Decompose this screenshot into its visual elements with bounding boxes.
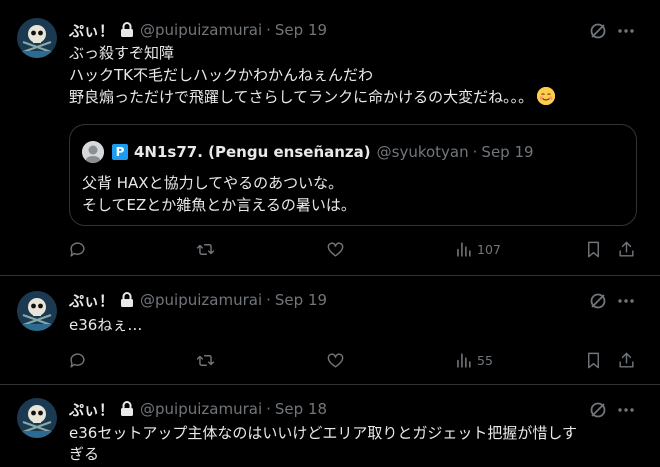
like-button[interactable] (326, 348, 345, 372)
bookmark-button[interactable] (584, 237, 603, 261)
views-icon (457, 352, 471, 368)
grok-icon[interactable] (588, 400, 608, 420)
tweet-line: ぎる (69, 445, 100, 463)
retweet-icon (196, 243, 215, 255)
share-icon (619, 241, 634, 257)
views-count: 107 (477, 241, 501, 257)
skull-avatar-icon (17, 398, 57, 438)
tweet-header: ぷぃ！ @puipuizamurai · Sep 19 (69, 20, 327, 40)
grok-icon[interactable] (588, 21, 608, 41)
tweet-header: ぷぃ！ @puipuizamurai · Sep 19 (69, 290, 327, 310)
tweet-date[interactable]: Sep 18 (275, 400, 327, 418)
tweet-1[interactable]: ぷぃ！ @puipuizamurai · Sep 19 ぶっ殺すぞ知障 ハックT… (0, 0, 660, 275)
more-icon[interactable] (616, 291, 636, 311)
skull-avatar-icon (17, 291, 57, 331)
quote-text: 父背 HAXと協力してやるのあついな。 そしてEZとか雑魚とか言えるの暑いは。 (82, 172, 356, 216)
tweet-line: e36ねぇ… (69, 316, 143, 334)
separator-dot: · (266, 400, 271, 418)
separator-dot: · (472, 143, 478, 161)
tweet-2[interactable]: ぷぃ！ @puipuizamurai · Sep 19 e36ねぇ… 55 (0, 276, 660, 384)
quote-header: P 4N1s77. (Pengu enseñanza) @syukotyan ·… (112, 141, 534, 163)
separator-dot: · (266, 21, 271, 39)
tweet-line: ハックTK不毛だしハックかわかんねぇんだわ (69, 66, 374, 84)
like-button[interactable] (326, 237, 345, 261)
retweet-button[interactable] (196, 348, 215, 372)
lock-icon (120, 401, 134, 417)
tweet-date[interactable]: Sep 19 (275, 291, 327, 309)
bookmark-button[interactable] (584, 348, 603, 372)
share-icon (619, 352, 634, 368)
reply-icon (70, 352, 85, 368)
quote-avatar[interactable] (82, 141, 104, 163)
reply-icon (70, 241, 85, 257)
bookmark-icon (588, 241, 599, 257)
tweet-text: e36セットアップ主体なのはいいけどエリア取りとガジェット把握が惜しす ぎる (69, 423, 577, 465)
tweet-line: ぶっ殺すぞ知障 (69, 44, 175, 62)
action-bar: 107 (60, 237, 640, 261)
bookmark-icon (588, 352, 599, 368)
avatar[interactable] (17, 398, 57, 438)
share-button[interactable] (617, 237, 636, 261)
share-button[interactable] (617, 348, 636, 372)
display-name[interactable]: ぷぃ！ (69, 399, 114, 420)
quoted-tweet[interactable]: P 4N1s77. (Pengu enseñanza) @syukotyan ·… (69, 124, 637, 226)
reply-button[interactable] (68, 237, 87, 261)
quote-date[interactable]: Sep 19 (481, 143, 533, 161)
tweet-text: ぶっ殺すぞ知障 ハックTK不毛だしハックかわかんねぇんだわ 野良煽っただけで飛躍… (69, 42, 556, 108)
relieved-face-emoji-icon (537, 87, 556, 105)
tweet-line-with-emoji: 野良煽っただけで飛躍してさらしてランクに命かけるの大変だね。。。 (69, 86, 556, 108)
tweet-text: e36ねぇ… (69, 315, 142, 336)
views-button[interactable]: 55 (454, 348, 493, 372)
tweet-header: ぷぃ！ @puipuizamurai · Sep 18 (69, 399, 327, 419)
grok-icon[interactable] (588, 291, 608, 311)
avatar[interactable] (17, 291, 57, 331)
quote-line: 父背 HAXと協力してやるのあついな。 (82, 174, 344, 192)
display-name[interactable]: ぷぃ！ (69, 20, 114, 41)
display-name[interactable]: ぷぃ！ (69, 290, 114, 311)
user-handle[interactable]: @puipuizamurai (140, 21, 262, 39)
quote-line: そしてEZとか雑魚とか言えるの暑いは。 (82, 196, 356, 214)
views-button[interactable]: 107 (454, 237, 501, 261)
p-badge-icon: P (112, 144, 128, 160)
user-handle[interactable]: @puipuizamurai (140, 291, 262, 309)
tweet-date[interactable]: Sep 19 (275, 21, 327, 39)
avatar[interactable] (17, 18, 57, 58)
tweet-line: e36セットアップ主体なのはいいけどエリア取りとガジェット把握が惜しす (69, 424, 578, 442)
more-icon[interactable] (616, 400, 636, 420)
user-handle[interactable]: @puipuizamurai (140, 400, 262, 418)
separator-dot: · (266, 291, 271, 309)
like-icon (327, 352, 344, 368)
lock-icon (120, 22, 134, 38)
tweet-3[interactable]: ぷぃ！ @puipuizamurai · Sep 18 e36セットアップ主体な… (0, 385, 660, 467)
skull-avatar-icon (17, 18, 57, 58)
reply-button[interactable] (68, 348, 87, 372)
lock-icon (120, 292, 134, 308)
views-icon (457, 241, 471, 257)
like-icon (327, 241, 344, 257)
views-count: 55 (477, 352, 493, 368)
more-icon[interactable] (616, 21, 636, 41)
retweet-button[interactable] (196, 237, 215, 261)
retweet-icon (196, 354, 215, 366)
quote-display-name[interactable]: 4N1s77. (Pengu enseñanza) (134, 143, 371, 161)
quote-user-handle[interactable]: @syukotyan (377, 143, 469, 161)
action-bar: 55 (60, 348, 640, 372)
tweet-line: 野良煽っただけで飛躍してさらしてランクに命かけるの大変だね。。。 (69, 88, 534, 106)
